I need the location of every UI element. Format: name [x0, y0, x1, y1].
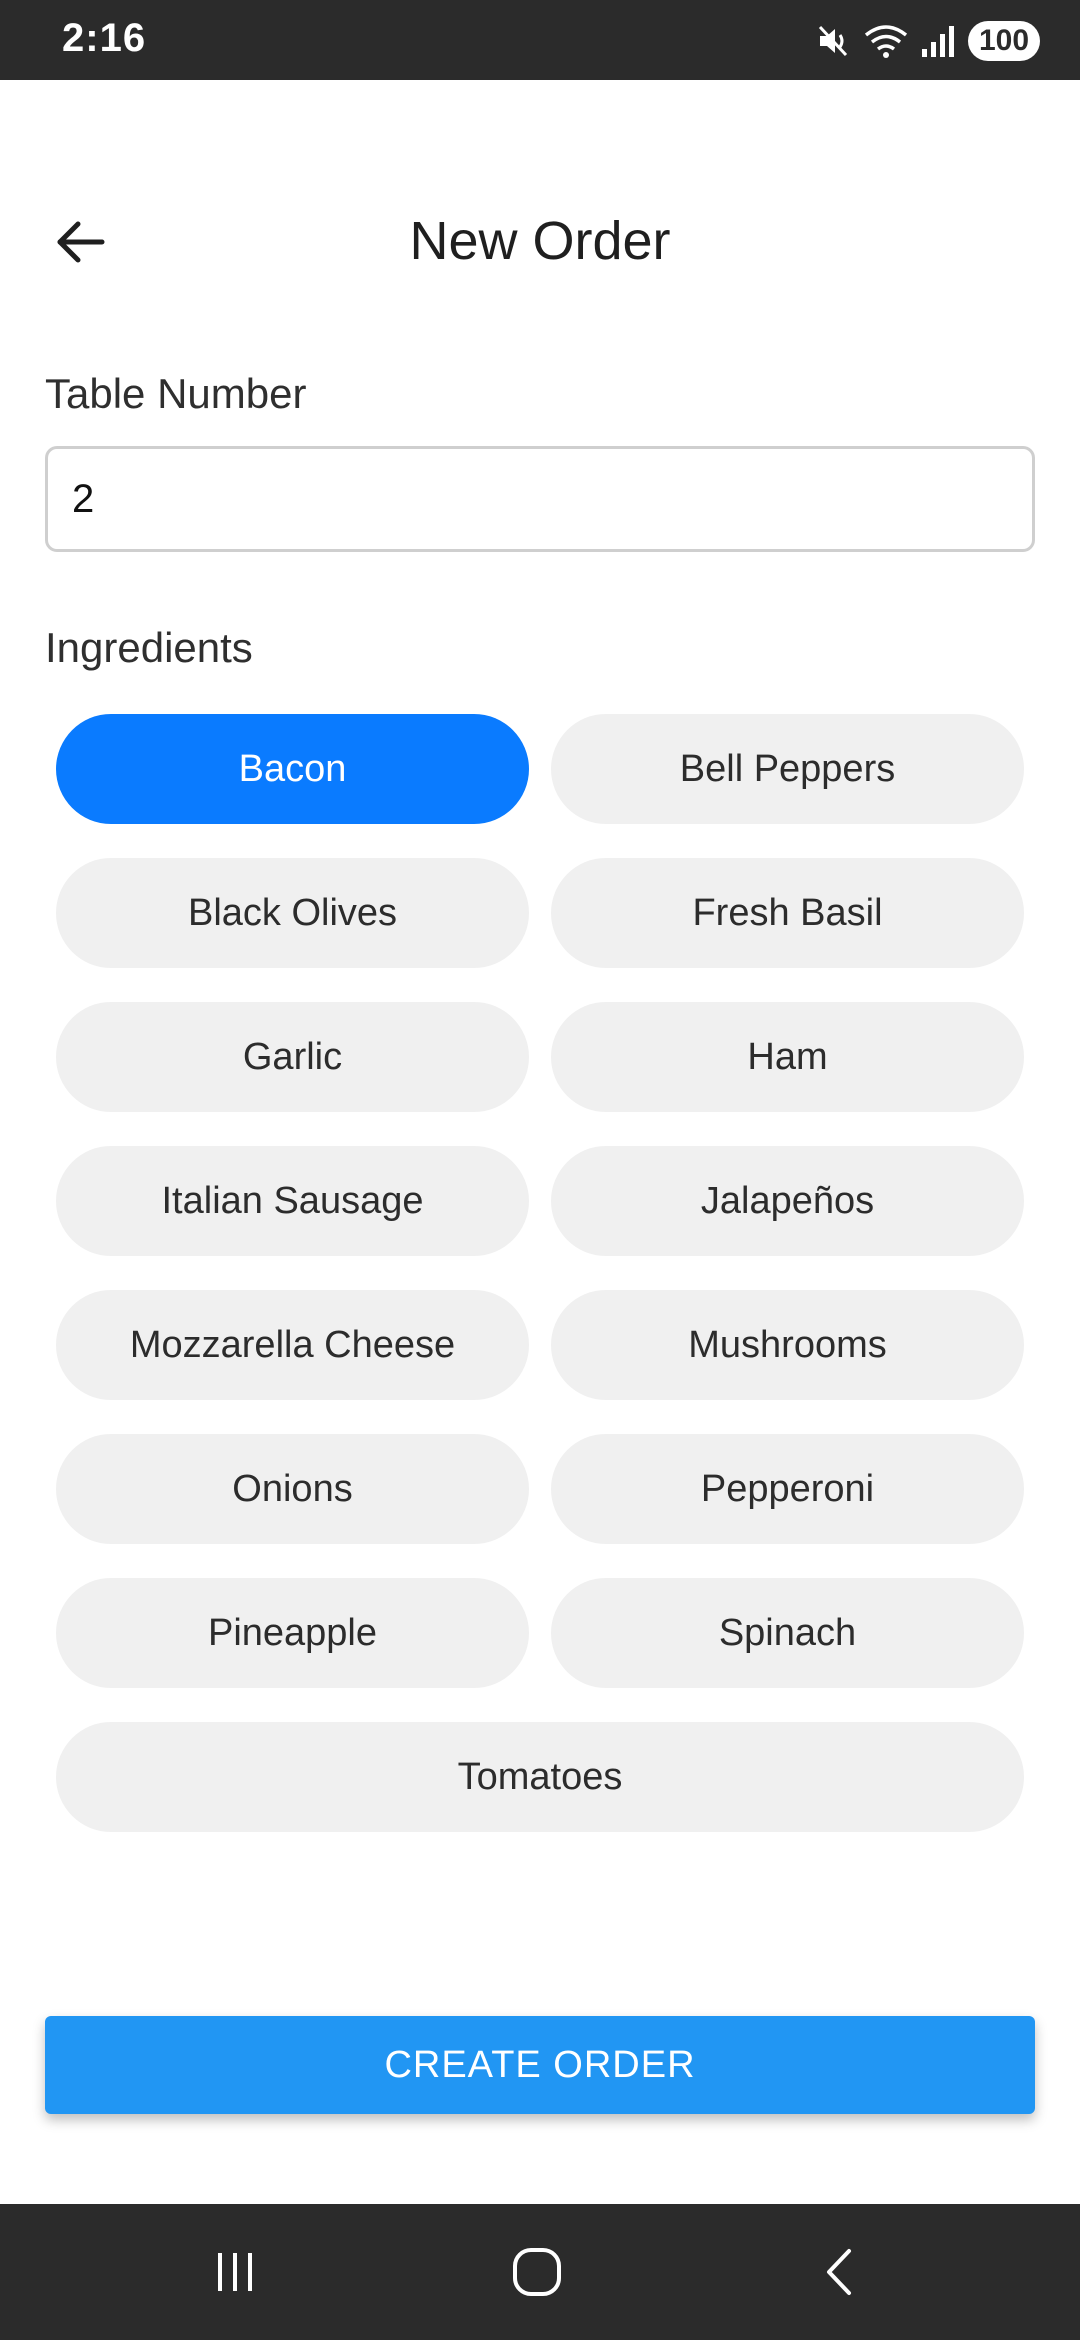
system-nav-bar [0, 2204, 1080, 2340]
recent-apps-button[interactable] [185, 2232, 285, 2312]
ingredient-chip-fresh-basil[interactable]: Fresh Basil [551, 858, 1024, 968]
status-bar: 2:16 100 [0, 0, 1080, 80]
ingredient-chip-italian-sausage[interactable]: Italian Sausage [56, 1146, 529, 1256]
battery-icon: 100 [968, 21, 1040, 61]
signal-icon [922, 26, 954, 57]
ingredient-chip-black-olives[interactable]: Black Olives [56, 858, 529, 968]
ingredients-label: Ingredients [45, 624, 253, 671]
wifi-icon [864, 25, 908, 58]
back-icon [827, 2249, 851, 2295]
ingredient-chip-pineapple[interactable]: Pineapple [56, 1578, 529, 1688]
ingredient-chip-ham[interactable]: Ham [551, 1002, 1024, 1112]
ingredient-chip-jalapenos[interactable]: Jalapeños [551, 1146, 1024, 1256]
status-icons: 100 [816, 18, 1040, 64]
mute-icon [818, 25, 848, 57]
create-order-button[interactable]: CREATE ORDER [45, 2016, 1035, 2114]
home-icon [513, 2248, 561, 2296]
ingredient-chip-mushrooms[interactable]: Mushrooms [551, 1290, 1024, 1400]
ingredient-chip-bacon[interactable]: Bacon [56, 714, 529, 824]
ingredient-chip-garlic[interactable]: Garlic [56, 1002, 529, 1112]
table-number-input[interactable] [45, 446, 1035, 552]
ingredient-chip-spinach[interactable]: Spinach [551, 1578, 1024, 1688]
page-title: New Order [409, 211, 671, 271]
ingredient-chip-onions[interactable]: Onions [56, 1434, 529, 1544]
table-number-label: Table Number [45, 370, 307, 417]
recent-apps-icon [218, 2253, 252, 2291]
status-time: 2:16 [62, 16, 147, 60]
header: New Order [0, 180, 1080, 300]
system-back-button[interactable] [790, 2232, 890, 2312]
ingredient-chip-mozzarella-cheese[interactable]: Mozzarella Cheese [56, 1290, 529, 1400]
ingredient-chip-tomatoes[interactable]: Tomatoes [56, 1722, 1024, 1832]
home-button[interactable] [487, 2232, 587, 2312]
ingredient-chip-bell-peppers[interactable]: Bell Peppers [551, 714, 1024, 824]
ingredient-chip-pepperoni[interactable]: Pepperoni [551, 1434, 1024, 1544]
